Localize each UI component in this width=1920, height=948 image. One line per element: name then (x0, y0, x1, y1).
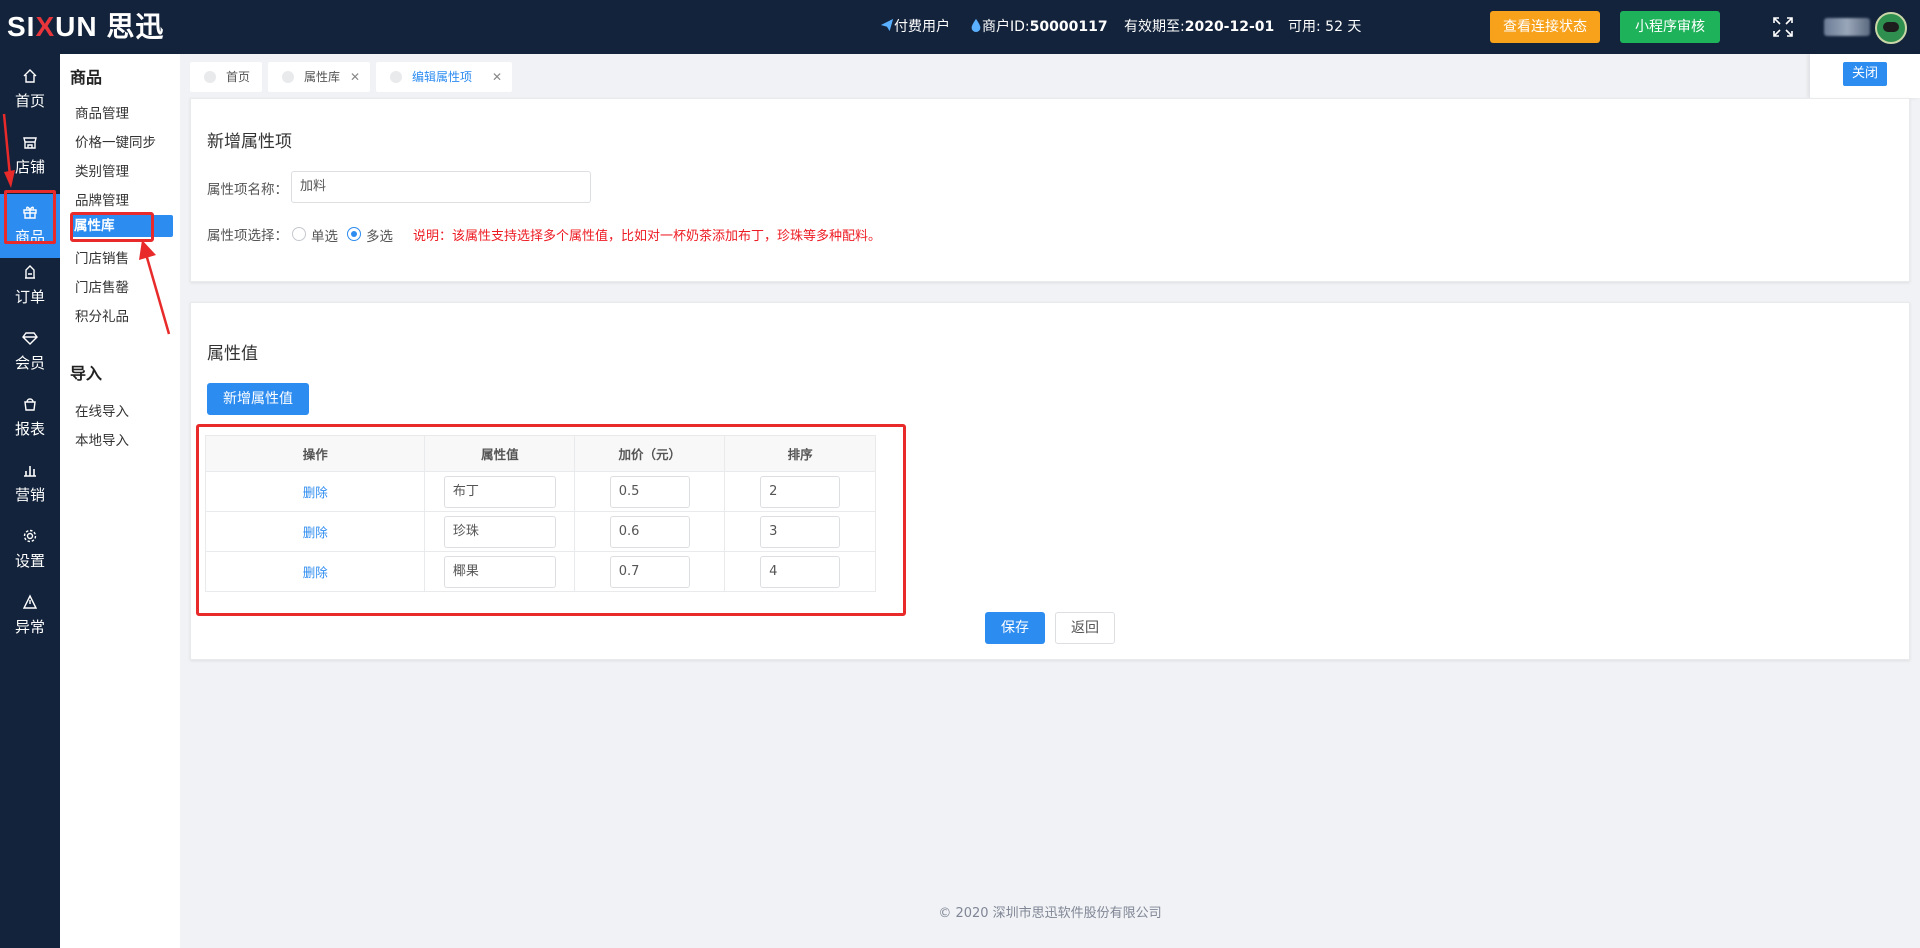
user-type-label: 付费用户 (894, 19, 950, 35)
subnav-item-online-import[interactable]: 在线导入 (75, 400, 129, 420)
radio-multi-label[interactable]: 多选 (366, 225, 393, 245)
expiry-date: 2020-12-01 (1184, 19, 1275, 35)
logo: SIXUN 思迅 (7, 10, 164, 44)
sub-sidebar: 商品 商品管理 价格一键同步 类别管理 品牌管理 属性库 门店销售 门店售罄 积… (60, 54, 180, 948)
close-tabs-button[interactable]: 关闭 (1843, 62, 1887, 86)
nav-item-reports[interactable]: 报表 (0, 386, 60, 450)
subnav-item-store-sales[interactable]: 门店销售 (75, 247, 129, 267)
tab-label: 编辑属性项 (412, 70, 473, 84)
home-icon (0, 68, 60, 90)
annotation-arrow-attribute-library (139, 240, 171, 335)
nav-item-label: 设置 (14, 552, 45, 570)
subnav-item-store-soldout[interactable]: 门店售罄 (75, 276, 129, 296)
subnav-item-local-import[interactable]: 本地导入 (75, 429, 129, 449)
form-title: 新增属性项 (207, 132, 292, 152)
annotation-arrow-goods (2, 113, 15, 188)
merchant-info: 商户ID:50000117 (970, 0, 1108, 54)
nav-item-marketing[interactable]: 营销 (0, 452, 60, 516)
annotation-highlight-table (196, 424, 906, 616)
annotation-highlight-goods (4, 190, 56, 244)
nav-item-label: 首页 (14, 92, 45, 110)
available-label: 可用: (1288, 19, 1326, 35)
send-icon (880, 18, 894, 32)
tab-attribute-library[interactable]: 属性库 ✕ (268, 62, 370, 92)
tab-label: 属性库 (304, 70, 341, 84)
nav-item-orders[interactable]: 订单 (0, 254, 60, 318)
tab-dot-icon (390, 71, 402, 83)
attribute-form-card: 新增属性项 属性项名称： 加料 属性项选择： 单选 多选 说明：该属性支持选择多… (190, 98, 1910, 282)
miniapp-review-button[interactable]: 小程序审核 (1620, 11, 1720, 43)
select-type-label: 属性项选择： (207, 228, 288, 244)
tab-dot-icon (282, 71, 294, 83)
save-button[interactable]: 保存 (985, 612, 1045, 644)
expiry-info: 有效期至:2020-12-01 (1124, 0, 1274, 54)
expiry-label: 有效期至: (1124, 19, 1185, 35)
radio-single-label[interactable]: 单选 (311, 225, 338, 245)
back-button[interactable]: 返回 (1055, 612, 1115, 644)
attribute-name-input[interactable]: 加料 (291, 171, 591, 203)
nav-item-label: 异常 (14, 618, 45, 636)
tab-dot-icon (204, 71, 216, 83)
tab-edit-attribute[interactable]: 编辑属性项 ✕ (376, 62, 512, 92)
gear-icon (0, 528, 60, 550)
tabs-close-panel: 关闭 (1810, 54, 1920, 98)
subnav-item-category[interactable]: 类别管理 (75, 160, 129, 180)
tab-home[interactable]: 首页 (190, 62, 262, 92)
username-blurred[interactable] (1824, 18, 1870, 36)
user-type: 付费用户 (880, 0, 950, 54)
radio-single[interactable] (292, 227, 306, 241)
radio-multi[interactable] (347, 227, 361, 241)
nav-item-label: 会员 (14, 354, 45, 372)
warning-icon (0, 594, 60, 616)
subnav-item-brand[interactable]: 品牌管理 (75, 189, 129, 209)
check-connection-button[interactable]: 查看连接状态 (1490, 11, 1600, 43)
footer-copyright: © 2020 深圳市思迅软件股份有限公司 (938, 906, 1162, 921)
merchant-id: 50000117 (1029, 19, 1108, 35)
bag-icon (0, 396, 60, 418)
subnav-item-goods-management[interactable]: 商品管理 (75, 102, 129, 122)
order-icon (0, 264, 60, 286)
values-title: 属性值 (207, 344, 258, 364)
nav-item-members[interactable]: 会员 (0, 320, 60, 384)
nav-item-exceptions[interactable]: 异常 (0, 584, 60, 648)
avatar[interactable] (1875, 12, 1907, 44)
logo-text: SIXUN (7, 11, 98, 42)
available-days: 52 天 (1325, 19, 1362, 35)
nav-item-settings[interactable]: 设置 (0, 518, 60, 582)
merchant-label: 商户ID: (982, 19, 1030, 35)
available-info: 可用: 52 天 (1288, 0, 1361, 54)
bar-chart-icon (0, 462, 60, 484)
form-note: 说明：该属性支持选择多个属性值，比如对一杯奶茶添加布丁，珍珠等多种配料。 (413, 229, 882, 244)
subnav-item-price-sync[interactable]: 价格一键同步 (75, 131, 156, 151)
nav-item-label: 营销 (14, 486, 45, 504)
nav-item-label: 订单 (14, 288, 45, 306)
tab-label: 首页 (226, 70, 251, 84)
subnav-item-points-gifts[interactable]: 积分礼品 (75, 305, 129, 325)
logo-cn-text: 思迅 (106, 11, 165, 42)
fullscreen-icon[interactable] (1772, 16, 1794, 38)
top-bar: SIXUN 思迅 付费用户 商户ID:50000117 有效期至:2020-12… (0, 0, 1920, 54)
close-icon[interactable]: ✕ (492, 62, 502, 92)
nav-item-label: 报表 (14, 420, 45, 438)
close-icon[interactable]: ✕ (350, 62, 360, 92)
tabs-bar: 首页 属性库 ✕ 编辑属性项 ✕ (180, 54, 1920, 98)
add-attribute-value-button[interactable]: 新增属性值 (207, 383, 309, 415)
drop-icon (971, 18, 981, 32)
subnav-section-import-title: 导入 (70, 364, 103, 383)
diamond-icon (0, 330, 60, 352)
subnav-section-goods-title: 商品 (70, 68, 103, 87)
name-label: 属性项名称： (207, 182, 288, 198)
